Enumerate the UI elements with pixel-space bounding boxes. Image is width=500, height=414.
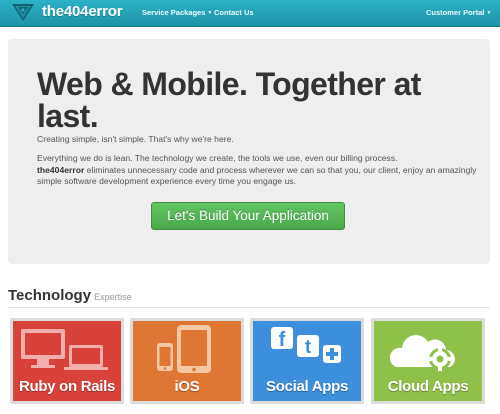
nav-service-packages[interactable]: Service Packages ▼ [142,8,212,17]
nav-customer-portal-label: Customer Portal [426,8,485,17]
hero-body: Everything we do is lean. The technology… [37,153,487,188]
build-application-button[interactable]: Let's Build Your Application [151,202,345,230]
hero-body-rest: eliminates unnecessary code and process … [37,164,477,187]
nav-contact-us-label: Contact Us [214,8,254,17]
hero-body-line1: Everything we do is lean. The technology… [37,153,398,163]
nav-customer-portal[interactable]: Customer Portal ▼ [426,8,491,17]
technology-title: Technology [8,287,92,304]
hero-subtitle: Creating simple, isn't simple. That's wh… [37,134,234,144]
technology-heading: Technology Expertise [8,287,132,304]
section-divider [8,307,490,308]
brand-name[interactable]: the404error [42,3,123,20]
hero-panel: Web & Mobile. Together at last. Creating… [8,39,490,264]
svg-text:t: t [305,337,312,358]
logo-icon[interactable] [11,3,35,22]
top-navbar: the404error Service Packages ▼ Contact Us… [0,0,500,27]
chevron-down-icon: ▼ [207,10,213,16]
tile-label: Ruby on Rails [18,378,116,395]
tile-cloud-apps[interactable]: Cloud Apps [371,318,485,404]
tile-ruby-on-rails[interactable]: Ruby on Rails [10,318,124,404]
nav-contact-us[interactable]: Contact Us [214,8,254,17]
technology-subheading: Expertise [94,292,132,302]
tile-label: iOS [174,378,200,395]
nav-service-packages-label: Service Packages [142,8,206,17]
hero-title: Web & Mobile. Together at last. [37,66,421,134]
hero-body-brand: the404error [37,164,85,175]
svg-text:f: f [279,329,286,351]
tile-ios[interactable]: iOS [130,318,244,404]
tile-label: Cloud Apps [387,378,469,395]
tile-social-apps[interactable]: f t Social Apps [250,318,364,404]
chevron-down-icon: ▼ [486,10,492,16]
tile-label: Social Apps [266,378,348,395]
